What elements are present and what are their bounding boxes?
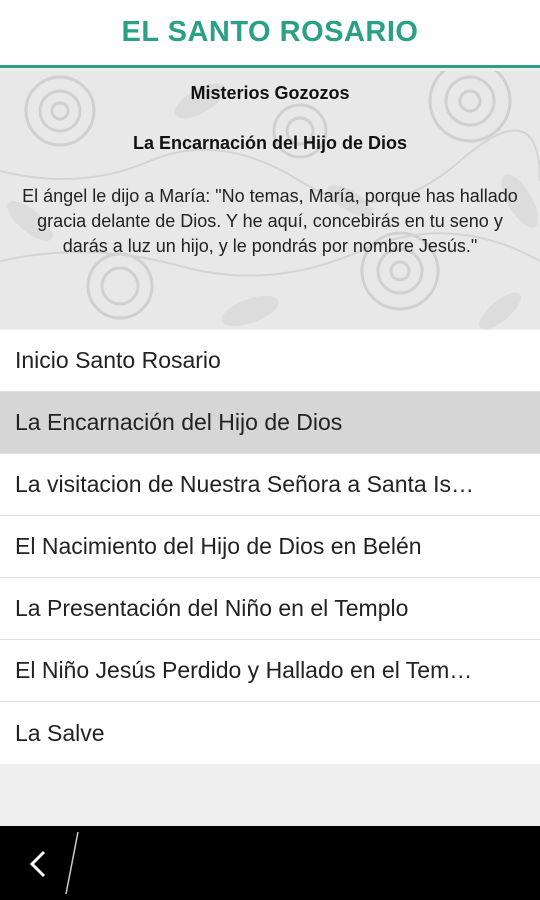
list-item-nino-perdido[interactable]: El Niño Jesús Perdido y Hallado en el Te… <box>0 640 540 702</box>
system-nav-bar <box>0 826 540 900</box>
list-item-label: La Salve <box>15 719 105 746</box>
list-item-label: La Encarnación del Hijo de Dios <box>15 409 343 435</box>
nav-divider <box>65 831 79 895</box>
mystery-title: La Encarnación del Hijo de Dios <box>132 133 408 153</box>
list-item-visitacion[interactable]: La visitacion de Nuestra Señora a Santa … <box>0 454 540 516</box>
list-item-salve[interactable]: La Salve <box>0 702 540 764</box>
list-item-label: El Nacimiento del Hijo de Dios en Belén <box>15 533 422 559</box>
section-title: Misterios Gozozos <box>190 83 350 103</box>
list-item-encarnacion[interactable]: La Encarnación del Hijo de Dios <box>0 392 540 454</box>
list-item-inicio[interactable]: Inicio Santo Rosario <box>0 330 540 392</box>
mystery-quote: El ángel le dijo a María: "No temas, Mar… <box>22 186 518 256</box>
back-arrow-icon[interactable] <box>22 844 56 884</box>
mystery-text: Misterios Gozozos La Encarnación del Hij… <box>0 71 540 329</box>
list-item-label: La Presentación del Niño en el Templo <box>15 595 409 621</box>
app-title: EL SANTO ROSARIO <box>121 16 419 48</box>
app-bar: EL SANTO ROSARIO <box>0 0 540 68</box>
list-item-label: Inicio Santo Rosario <box>15 347 221 373</box>
list-item-presentacion[interactable]: La Presentación del Niño en el Templo <box>0 578 540 640</box>
mystery-header: Misterios Gozozos La Encarnación del Hij… <box>0 71 540 329</box>
list-item-label: La visitacion de Nuestra Señora a Santa … <box>15 471 474 497</box>
mysteries-list: Inicio Santo Rosario La Encarnación del … <box>0 330 540 764</box>
list-item-nacimiento[interactable]: El Nacimiento del Hijo de Dios en Belén <box>0 516 540 578</box>
list-item-label: El Niño Jesús Perdido y Hallado en el Te… <box>15 657 473 683</box>
